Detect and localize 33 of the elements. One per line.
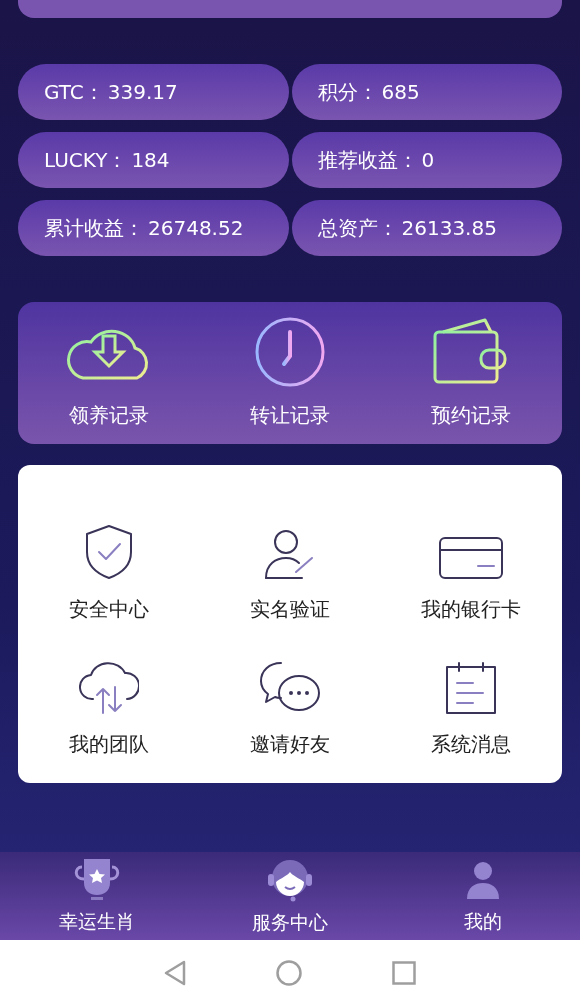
tab-item[interactable]: 服务中心 [193,852,387,940]
stat-value: 26748.52 [148,215,244,242]
shield-check-icon [83,524,134,580]
record-shortcut[interactable]: 领养记录 [18,302,200,444]
clock-icon [254,316,326,388]
stat-label: GTC： [44,79,104,106]
menu-item[interactable]: 系统消息 [380,624,562,759]
record-shortcut[interactable]: 转让记录 [199,302,381,444]
recents-icon[interactable] [392,960,416,985]
menu-item[interactable]: 安全中心 [18,489,200,624]
stat-label: 累计收益： [44,215,144,242]
cloud-transfer-icon [78,659,139,715]
stat-value: 0 [421,147,435,174]
menu-item[interactable]: 我的银行卡 [380,489,562,624]
stat-value: 184 [131,147,170,174]
tab-item[interactable]: 幸运生肖 [0,852,194,940]
bank-card-icon [438,536,505,580]
record-shortcut[interactable]: 预约记录 [380,302,562,444]
stat-label: 积分： [317,79,378,106]
stat-value: 685 [381,79,420,106]
notepad-icon [445,661,498,715]
home-icon[interactable] [276,959,302,986]
stat-label: LUCKY： [44,147,128,174]
back-icon[interactable] [164,959,186,986]
stat-label: 推荐收益： [317,147,418,174]
menu-item[interactable]: 我的团队 [18,624,200,759]
stat-value: 26133.85 [401,215,497,242]
menu-item[interactable]: 实名验证 [199,489,381,624]
menu-item[interactable]: 邀请好友 [199,624,381,759]
stat-label: 总资产： [317,215,398,242]
tab-item[interactable]: 我的 [386,852,580,940]
wallet-icon [433,318,510,386]
stat-value: 339.17 [107,79,178,106]
